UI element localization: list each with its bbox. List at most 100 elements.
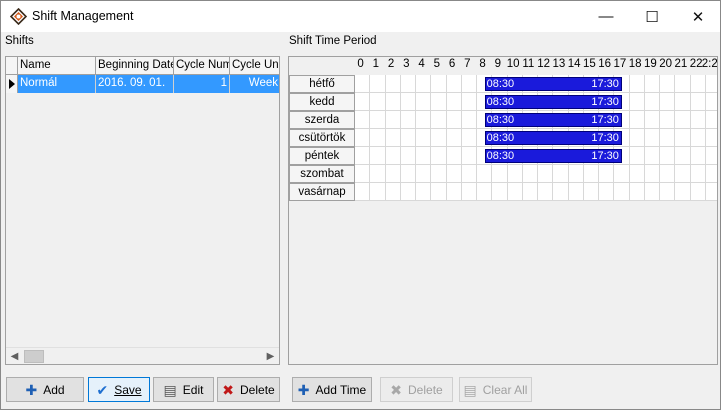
time-slot-cell[interactable] [446, 183, 462, 201]
time-slot-cell[interactable] [629, 147, 645, 165]
time-slot-cell[interactable] [370, 75, 386, 93]
time-slot-cell[interactable] [660, 129, 676, 147]
time-slot-cell[interactable] [675, 111, 691, 129]
time-slot-cell[interactable] [705, 129, 717, 147]
add-time-button[interactable]: ✚ Add Time [292, 377, 372, 402]
time-slot-cell[interactable] [705, 75, 717, 93]
shift-time-period-grid[interactable]: 0123456789101112131415161718192021222:24… [288, 56, 718, 365]
time-slot-cell[interactable] [355, 111, 371, 129]
time-slot-cell[interactable] [660, 93, 676, 111]
column-header-cycle-num[interactable]: Cycle Num [174, 57, 230, 75]
time-slot-cell[interactable] [400, 147, 416, 165]
cell-name[interactable]: Normál [18, 75, 96, 93]
add-shift-button[interactable]: ✚ Add [6, 377, 84, 402]
time-slot-cell[interactable] [370, 111, 386, 129]
time-slot-cell[interactable] [355, 165, 371, 183]
time-slot-cell[interactable] [446, 165, 462, 183]
time-slot-cell[interactable] [477, 183, 493, 201]
time-slot-cell[interactable] [370, 129, 386, 147]
time-slot-cell[interactable] [400, 129, 416, 147]
column-header-name[interactable]: Name [18, 57, 96, 75]
time-slot-cell[interactable] [446, 129, 462, 147]
time-slot-cell[interactable] [644, 183, 660, 201]
day-label[interactable]: csütörtök [289, 129, 355, 147]
clear-all-button[interactable]: ▤ Clear All [459, 377, 532, 402]
time-slot-cell[interactable] [385, 129, 401, 147]
time-slot-cell[interactable] [431, 75, 447, 93]
time-slot-cell[interactable] [507, 165, 523, 183]
time-slot-cell[interactable] [492, 183, 508, 201]
time-slot-cell[interactable] [477, 165, 493, 183]
time-slot-cell[interactable] [385, 147, 401, 165]
time-slot-cell[interactable] [431, 165, 447, 183]
horizontal-scrollbar[interactable]: ◀ ▶ [6, 347, 279, 364]
time-slot-cell[interactable] [705, 93, 717, 111]
time-slot-cell[interactable] [446, 93, 462, 111]
day-label[interactable]: szerda [289, 111, 355, 129]
time-slot-cell[interactable] [675, 183, 691, 201]
time-slot-cell[interactable] [385, 111, 401, 129]
time-slot-cell[interactable] [660, 111, 676, 129]
time-slot-cell[interactable] [675, 75, 691, 93]
day-label[interactable]: szombat [289, 165, 355, 183]
time-slot-cell[interactable] [370, 93, 386, 111]
time-slot-cell[interactable] [660, 183, 676, 201]
time-slot-cell[interactable] [461, 183, 477, 201]
time-slot-cell[interactable] [416, 129, 432, 147]
time-slot-cell[interactable] [568, 165, 584, 183]
scroll-left-icon[interactable]: ◀ [6, 348, 23, 364]
time-slot-cell[interactable] [614, 183, 630, 201]
time-slot-cell[interactable] [629, 165, 645, 183]
time-slot-cell[interactable] [675, 93, 691, 111]
time-slot-cell[interactable] [400, 93, 416, 111]
time-slot-cell[interactable] [400, 75, 416, 93]
time-slot-cell[interactable] [370, 147, 386, 165]
time-slot-cell[interactable] [400, 111, 416, 129]
time-slot-cell[interactable] [644, 129, 660, 147]
time-slot-cell[interactable] [522, 183, 538, 201]
time-slot-cell[interactable] [660, 147, 676, 165]
time-slot-cell[interactable] [400, 165, 416, 183]
time-slot-cell[interactable] [553, 165, 569, 183]
time-slot-cell[interactable] [553, 183, 569, 201]
time-slot-cell[interactable] [522, 165, 538, 183]
time-slot-cell[interactable] [385, 75, 401, 93]
time-slot-cell[interactable] [538, 165, 554, 183]
time-slot-cell[interactable] [461, 147, 477, 165]
time-slot-cell[interactable] [461, 165, 477, 183]
delete-time-button[interactable]: ✖ Delete [380, 377, 453, 402]
time-slot-cell[interactable] [644, 93, 660, 111]
shift-time-bar[interactable]: 08:30 17:30 [484, 131, 622, 145]
time-slot-cell[interactable] [461, 75, 477, 93]
time-slot-cell[interactable] [690, 147, 706, 165]
time-slot-cell[interactable] [431, 129, 447, 147]
time-slot-cell[interactable] [461, 93, 477, 111]
day-label[interactable]: vasárnap [289, 183, 355, 201]
row-selector[interactable] [6, 75, 18, 93]
day-label[interactable]: hétfő [289, 75, 355, 93]
maximize-button[interactable]: ☐ [629, 1, 675, 32]
day-label[interactable]: péntek [289, 147, 355, 165]
time-slot-cell[interactable] [355, 75, 371, 93]
time-slot-cell[interactable] [416, 111, 432, 129]
shifts-table[interactable]: Name Beginning Date Cycle Num Cycle Unit… [5, 56, 280, 365]
time-slot-cell[interactable] [705, 111, 717, 129]
time-slot-cell[interactable] [690, 183, 706, 201]
time-slot-cell[interactable] [583, 165, 599, 183]
time-slot-cell[interactable] [400, 183, 416, 201]
time-slot-cell[interactable] [568, 183, 584, 201]
time-slot-cell[interactable] [705, 147, 717, 165]
scrollbar-thumb[interactable] [24, 350, 44, 363]
shift-time-bar[interactable]: 08:30 17:30 [484, 77, 622, 91]
time-slot-cell[interactable] [538, 183, 554, 201]
time-slot-cell[interactable] [644, 147, 660, 165]
time-slot-cell[interactable] [461, 129, 477, 147]
column-header-cycle-unit[interactable]: Cycle Unit [230, 57, 279, 75]
scroll-right-icon[interactable]: ▶ [262, 348, 279, 364]
time-slot-cell[interactable] [431, 183, 447, 201]
close-button[interactable]: ✕ [675, 1, 721, 32]
time-slot-cell[interactable] [690, 165, 706, 183]
cell-cycle-unit[interactable]: Week [230, 75, 279, 93]
time-slot-cell[interactable] [385, 93, 401, 111]
time-slot-cell[interactable] [492, 165, 508, 183]
